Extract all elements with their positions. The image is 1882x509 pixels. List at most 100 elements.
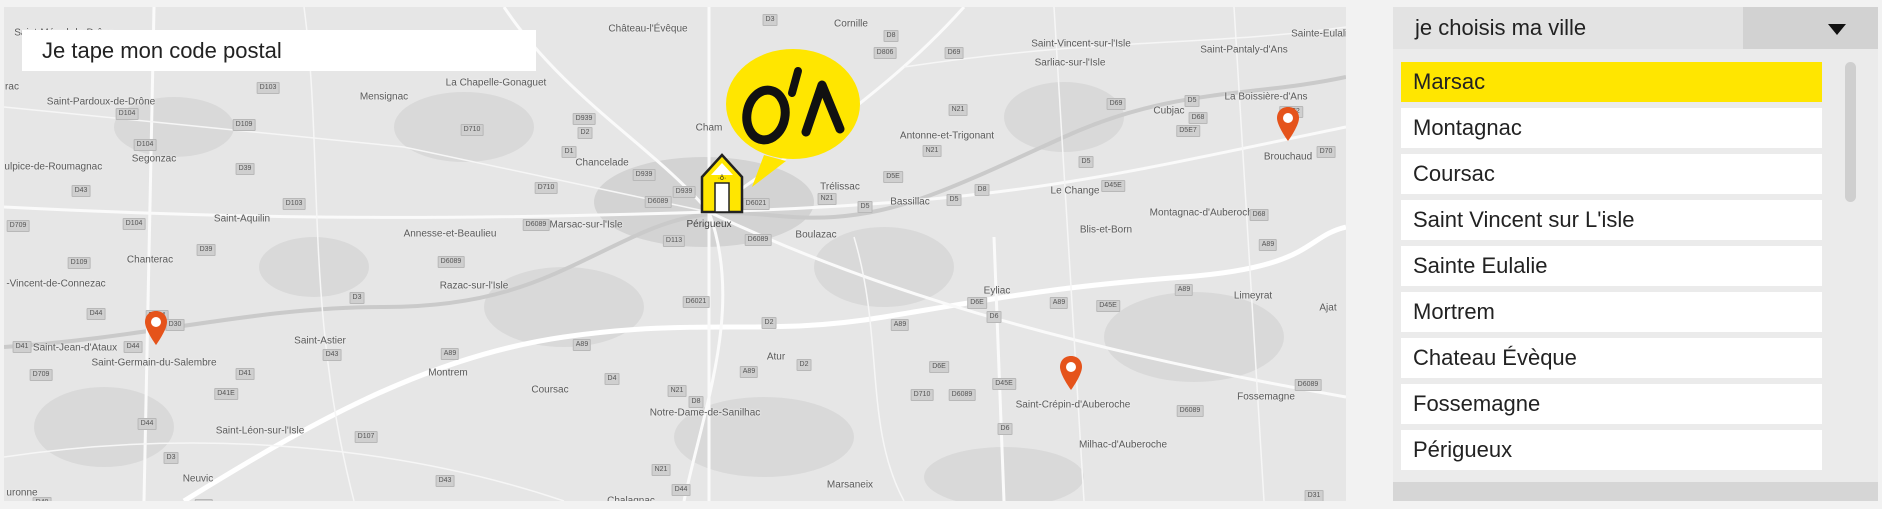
road-shield: D5 [1184, 95, 1200, 107]
road-shield: D45E [992, 378, 1016, 390]
road-shield: D5E7 [1176, 125, 1200, 137]
road-shield: A89 [1049, 297, 1069, 309]
map-place-label: Marsaneix [826, 479, 874, 491]
map-place-label: Château-l'Évêque [608, 23, 688, 35]
road-shield: D6 [997, 423, 1013, 435]
city-option[interactable]: Fossemagne [1401, 384, 1822, 424]
map-place-label: Eyliac [983, 285, 1011, 297]
road-shield: D709 [6, 220, 30, 232]
city-option[interactable]: Périgueux [1401, 430, 1822, 470]
road-shield: D104 [133, 139, 157, 151]
road-shield: D2 [577, 127, 593, 139]
road-shield: D3 [163, 452, 179, 464]
road-shield: D43 [322, 349, 342, 361]
city-option[interactable]: Marsac [1401, 62, 1822, 102]
road-shield: D6089 [437, 256, 465, 268]
road-shield: D8 [688, 396, 704, 408]
map-place-label: Marsac-sur-l'Isle [549, 219, 623, 231]
panel-footer-bar [1393, 482, 1878, 501]
road-shield: D710 [534, 182, 558, 194]
city-dropdown[interactable]: je choisis ma ville [1393, 7, 1878, 49]
map-place-label: Chalagnac [607, 495, 655, 502]
road-shield: D6 [986, 311, 1002, 323]
map-place-label: Chanterac [126, 254, 174, 266]
map-place-label: -Vincent-de-Connezac [6, 278, 106, 290]
city-option[interactable]: Montagnac [1401, 108, 1822, 148]
map-place-label: Atur [766, 351, 786, 363]
city-option[interactable]: Mortrem [1401, 292, 1822, 332]
map-place-label: Saint-Pantaly-d'Ans [1200, 44, 1288, 56]
map-place-label: Saint-Pardoux-de-Drône [46, 96, 156, 108]
road-shield: A89 [194, 499, 214, 501]
road-shield: D68 [1249, 209, 1269, 221]
map-place-label: Limeyrat [1233, 290, 1273, 302]
road-shield: D6E [967, 297, 987, 309]
road-shield: D6089 [744, 234, 772, 246]
road-shield: D8 [974, 184, 990, 196]
center-city-label: Périgueux [686, 219, 732, 230]
road-shield: D43 [71, 185, 91, 197]
postal-code-input[interactable]: Je tape mon code postal [22, 30, 536, 71]
scrollbar-thumb[interactable] [1845, 62, 1856, 202]
city-option[interactable]: Coursac [1401, 154, 1822, 194]
city-option[interactable]: Chateau Évèque [1401, 338, 1822, 378]
map-place-label: Chancelade [575, 157, 629, 169]
road-shield: D6E [929, 361, 949, 373]
map-place-label: Saint-Aquilin [213, 213, 271, 225]
map-place-label: Montagnac-d'Auberoche [1149, 207, 1259, 219]
road-shield: D5E [883, 171, 903, 183]
road-shield: D104 [115, 108, 139, 120]
road-shield: D113 [662, 235, 686, 247]
dropdown-toggle-button[interactable] [1743, 7, 1878, 49]
map-marker-pin[interactable] [1060, 356, 1082, 390]
map-place-label: Razac-sur-l'Isle [439, 280, 509, 292]
road-shield: D6089 [1176, 405, 1204, 417]
road-shield: D44 [86, 308, 106, 320]
map-view[interactable]: Saint-Méard-de-DrôneSaint-Pardoux-de-Drô… [4, 7, 1346, 501]
oa-logo-icon: ·ô· [700, 49, 860, 214]
map-place-label: Notre-Dame-de-Sanilhac [649, 407, 761, 419]
road-shield: D45E [1101, 180, 1125, 192]
road-shield: A89 [1174, 284, 1194, 296]
road-shield: D109 [232, 119, 256, 131]
road-shield: D41 [12, 341, 32, 353]
map-place-label: Sulpice-de-Roumagnac [4, 161, 103, 173]
city-option[interactable]: Sainte Eulalie [1401, 246, 1822, 286]
map-pin-icon [1277, 107, 1299, 141]
map-place-label: Saint-Jean-d'Ataux [32, 342, 118, 354]
road-shield: D8 [883, 30, 899, 42]
road-shield: D4 [604, 373, 620, 385]
map-marker-pin[interactable] [145, 311, 167, 345]
map-place-label: Brouchaud [1263, 151, 1313, 163]
road-shield: D710 [910, 389, 934, 401]
road-shield: D5 [1078, 156, 1094, 168]
oa-store-marker[interactable]: ·ô· [694, 37, 864, 217]
map-place-label: La Boissière-d'Ans [1224, 91, 1308, 103]
road-shield: D44 [671, 484, 691, 496]
map-place-label: Montrem [428, 367, 468, 379]
map-place-label: Fossemagne [1237, 391, 1295, 403]
road-shield: D41 [235, 368, 255, 380]
map-pin-icon [145, 311, 167, 345]
road-shield: D939 [572, 113, 596, 125]
map-marker-pin[interactable] [1277, 107, 1299, 141]
map-place-label: Antonne-et-Trigonant [899, 130, 995, 142]
road-shield: N21 [651, 464, 671, 476]
city-option[interactable]: Saint Vincent sur L'isle [1401, 200, 1822, 240]
road-shield: D2 [796, 359, 812, 371]
road-shield: D70 [1316, 146, 1336, 158]
road-shield: D69 [944, 47, 964, 59]
road-shield: D5 [946, 194, 962, 206]
road-shield: D107 [354, 431, 378, 443]
chevron-down-icon [1828, 24, 1846, 35]
map-place-label: Le Change [1050, 185, 1100, 197]
map-place-label: Saint-Astier [294, 335, 346, 347]
road-shield: D31 [1304, 490, 1324, 501]
road-shield: D40 [32, 497, 52, 501]
map-place-label: Coursac [531, 384, 569, 396]
map-place-label: Boulazac [795, 229, 837, 241]
road-shield: D30 [165, 319, 185, 331]
map-place-label: Segonzac [131, 153, 177, 165]
city-dropdown-label: je choisis ma ville [1415, 15, 1587, 40]
city-list[interactable]: Marsac Montagnac Coursac Saint Vincent sur … [1401, 62, 1824, 482]
